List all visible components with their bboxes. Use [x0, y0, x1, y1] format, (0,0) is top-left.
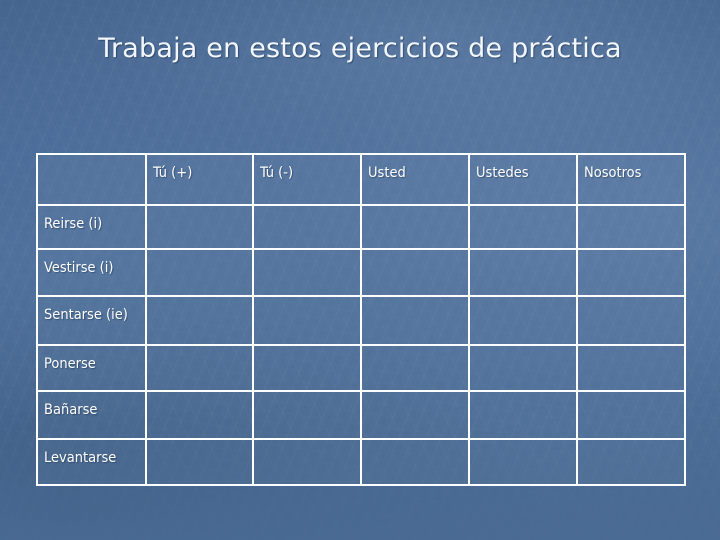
table-header-cell-tu-afirmativo: Tú (+) [145, 153, 254, 206]
answer-cell[interactable] [576, 204, 686, 250]
table-header-cell-usted: Usted [360, 153, 470, 206]
table-header-label-tu-afirmativo: Tú (+) [153, 165, 193, 181]
answer-text [476, 392, 576, 401]
answer-cell[interactable] [360, 295, 470, 346]
table-row: Vestirse (i) [36, 248, 686, 297]
row-label: Vestirse (i) [44, 260, 114, 276]
answer-text [153, 297, 252, 306]
answer-text [584, 392, 684, 401]
answer-text [368, 206, 468, 215]
answer-text [368, 346, 468, 355]
table-row: Ponerse [36, 344, 686, 392]
answer-cell[interactable] [468, 248, 578, 297]
row-label-cell: Ponerse [36, 344, 147, 392]
table-header-cell-ustedes: Ustedes [468, 153, 578, 206]
answer-cell[interactable] [576, 438, 686, 486]
table-body: Reirse (i) Vestirse (i) Sentarse (ie) Po… [36, 204, 686, 486]
answer-text [368, 250, 468, 259]
answer-text [584, 346, 684, 355]
table-header-label-corner [44, 155, 145, 164]
slide-canvas: Trabaja en estos ejercicios de práctica … [0, 0, 720, 540]
answer-text [476, 440, 576, 449]
row-label-cell: Vestirse (i) [36, 248, 147, 297]
table-header-cell-tu-negativo: Tú (-) [252, 153, 362, 206]
answer-text [584, 206, 684, 215]
answer-cell[interactable] [360, 438, 470, 486]
table-header-label-nosotros: Nosotros [584, 165, 642, 181]
answer-cell[interactable] [252, 390, 362, 440]
row-label-cell: Levantarse [36, 438, 147, 486]
answer-cell[interactable] [145, 204, 254, 250]
answer-text [584, 297, 684, 306]
table-header-label-tu-negativo: Tú (-) [260, 165, 294, 181]
answer-cell[interactable] [145, 438, 254, 486]
answer-text [153, 392, 252, 401]
row-label: Levantarse [44, 450, 117, 466]
answer-text [476, 250, 576, 259]
answer-cell[interactable] [576, 390, 686, 440]
row-label-cell: Sentarse (ie) [36, 295, 147, 346]
answer-cell[interactable] [468, 204, 578, 250]
answer-cell[interactable] [145, 295, 254, 346]
answer-text [368, 440, 468, 449]
answer-text [153, 250, 252, 259]
answer-cell[interactable] [145, 248, 254, 297]
answer-text [584, 440, 684, 449]
practice-table: Tú (+) Tú (-) Usted Ustedes Nosotros Rei… [36, 153, 686, 486]
row-label-cell: Bañarse [36, 390, 147, 440]
answer-text [260, 297, 360, 306]
answer-cell[interactable] [360, 204, 470, 250]
table-header-cell-corner [36, 153, 147, 206]
answer-cell[interactable] [252, 344, 362, 392]
answer-cell[interactable] [576, 344, 686, 392]
row-label: Bañarse [44, 402, 98, 418]
table-header: Tú (+) Tú (-) Usted Ustedes Nosotros [36, 153, 686, 206]
table-header-row: Tú (+) Tú (-) Usted Ustedes Nosotros [36, 153, 686, 206]
answer-text [260, 392, 360, 401]
table-row: Levantarse [36, 438, 686, 486]
row-label: Reirse (i) [44, 216, 103, 232]
answer-cell[interactable] [468, 390, 578, 440]
answer-text [260, 250, 360, 259]
answer-text [153, 346, 252, 355]
answer-cell[interactable] [252, 204, 362, 250]
table-row: Sentarse (ie) [36, 295, 686, 346]
table-row: Bañarse [36, 390, 686, 440]
answer-cell[interactable] [252, 295, 362, 346]
table-row: Reirse (i) [36, 204, 686, 250]
answer-cell[interactable] [360, 248, 470, 297]
answer-cell[interactable] [360, 344, 470, 392]
answer-cell[interactable] [468, 344, 578, 392]
answer-text [476, 346, 576, 355]
answer-cell[interactable] [145, 390, 254, 440]
answer-cell[interactable] [576, 295, 686, 346]
answer-text [260, 206, 360, 215]
answer-cell[interactable] [252, 438, 362, 486]
answer-cell[interactable] [468, 295, 578, 346]
table-header-cell-nosotros: Nosotros [576, 153, 686, 206]
answer-text [476, 297, 576, 306]
row-label-cell: Reirse (i) [36, 204, 147, 250]
table-header-label-ustedes: Ustedes [476, 165, 529, 181]
table-header-label-usted: Usted [368, 165, 406, 181]
practice-table-container: Tú (+) Tú (-) Usted Ustedes Nosotros Rei… [36, 153, 686, 486]
answer-cell[interactable] [145, 344, 254, 392]
answer-text [153, 440, 252, 449]
answer-cell[interactable] [360, 390, 470, 440]
row-label: Sentarse (ie) [44, 307, 128, 323]
answer-cell[interactable] [468, 438, 578, 486]
answer-text [153, 206, 252, 215]
answer-text [368, 392, 468, 401]
answer-text [368, 297, 468, 306]
answer-cell[interactable] [252, 248, 362, 297]
slide-title: Trabaja en estos ejercicios de práctica [98, 33, 622, 64]
answer-text [260, 440, 360, 449]
answer-text [584, 250, 684, 259]
answer-cell[interactable] [576, 248, 686, 297]
row-label: Ponerse [44, 356, 96, 372]
answer-text [260, 346, 360, 355]
answer-text [476, 206, 576, 215]
